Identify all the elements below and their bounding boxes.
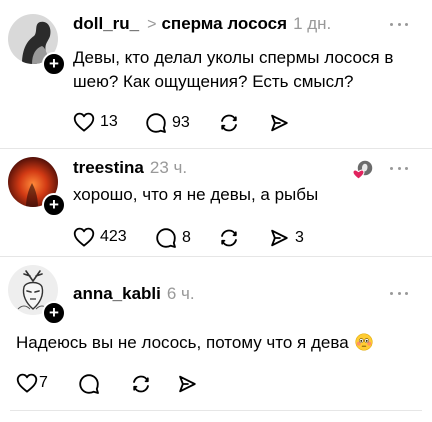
- follow-plus-icon[interactable]: +: [42, 193, 66, 217]
- username[interactable]: anna_kabli: [73, 284, 161, 304]
- follow-plus-icon[interactable]: +: [42, 52, 66, 76]
- comment-icon: [79, 374, 99, 394]
- share-icon: [179, 375, 196, 393]
- more-icon[interactable]: [390, 290, 408, 296]
- share-button[interactable]: 3: [268, 227, 304, 249]
- repost-icon: [133, 375, 149, 393]
- share-button[interactable]: [268, 112, 290, 134]
- comment-button[interactable]: 93: [145, 112, 190, 134]
- divider: [10, 410, 422, 411]
- post-time: 23 ч.: [149, 158, 188, 177]
- comment-icon: [156, 228, 176, 248]
- post-time: 1 дн.: [293, 14, 332, 33]
- comment-icon: [146, 113, 166, 133]
- like-button[interactable]: 423: [73, 227, 127, 247]
- topic-tag[interactable]: сперма лосося: [161, 14, 287, 34]
- chevron-right-icon: >: [147, 16, 157, 33]
- username[interactable]: treestina: [73, 158, 144, 178]
- share-icon: [271, 114, 288, 132]
- repost-icon: [221, 114, 237, 132]
- follow-plus-icon[interactable]: +: [42, 301, 66, 325]
- heart-icon: [73, 112, 95, 132]
- more-icon[interactable]: [390, 165, 408, 171]
- like-count: 423: [100, 228, 127, 245]
- post-text: Надеюсь вы не лосось, потому что я дева: [16, 333, 349, 352]
- post-text: хорошо, что я не девы, а рыбы: [73, 185, 319, 204]
- comment-button[interactable]: 8: [155, 227, 191, 249]
- like-button[interactable]: 13: [73, 112, 118, 132]
- username[interactable]: doll_ru_: [73, 14, 139, 34]
- like-count: 13: [100, 113, 118, 130]
- post-time: 6 ч.: [166, 284, 195, 303]
- heart-icon: [73, 227, 95, 247]
- share-count: 3: [295, 229, 304, 246]
- repost-icon: [221, 229, 237, 247]
- repost-button[interactable]: [130, 373, 152, 395]
- repost-button[interactable]: [218, 227, 240, 249]
- flushed-face-emoji: [355, 333, 373, 351]
- repost-button[interactable]: [218, 112, 240, 134]
- like-count: 7: [39, 374, 48, 391]
- liked-by-icon[interactable]: [352, 159, 374, 181]
- like-button[interactable]: 7: [16, 373, 48, 393]
- share-button[interactable]: [176, 373, 198, 395]
- post-text: Девы, кто делал уколы спермы лосося в ше…: [73, 48, 394, 91]
- post-treestina[interactable]: + treestina 23 ч. хорошо, что я не девы,…: [0, 149, 432, 259]
- heart-icon: [16, 373, 38, 393]
- more-icon[interactable]: [390, 21, 408, 27]
- post-doll-ru[interactable]: + doll_ru_ > сперма лосося 1 дн. Девы, к…: [0, 0, 432, 150]
- comment-count: 93: [172, 114, 190, 131]
- share-icon: [271, 229, 288, 247]
- comment-count: 8: [182, 229, 191, 246]
- comment-button[interactable]: [78, 373, 100, 395]
- post-text-row: Надеюсь вы не лосось, потому что я дева: [16, 331, 416, 355]
- post-anna-kabli[interactable]: + anna_kabli 6 ч. Надеюсь вы не лосось, …: [0, 257, 432, 417]
